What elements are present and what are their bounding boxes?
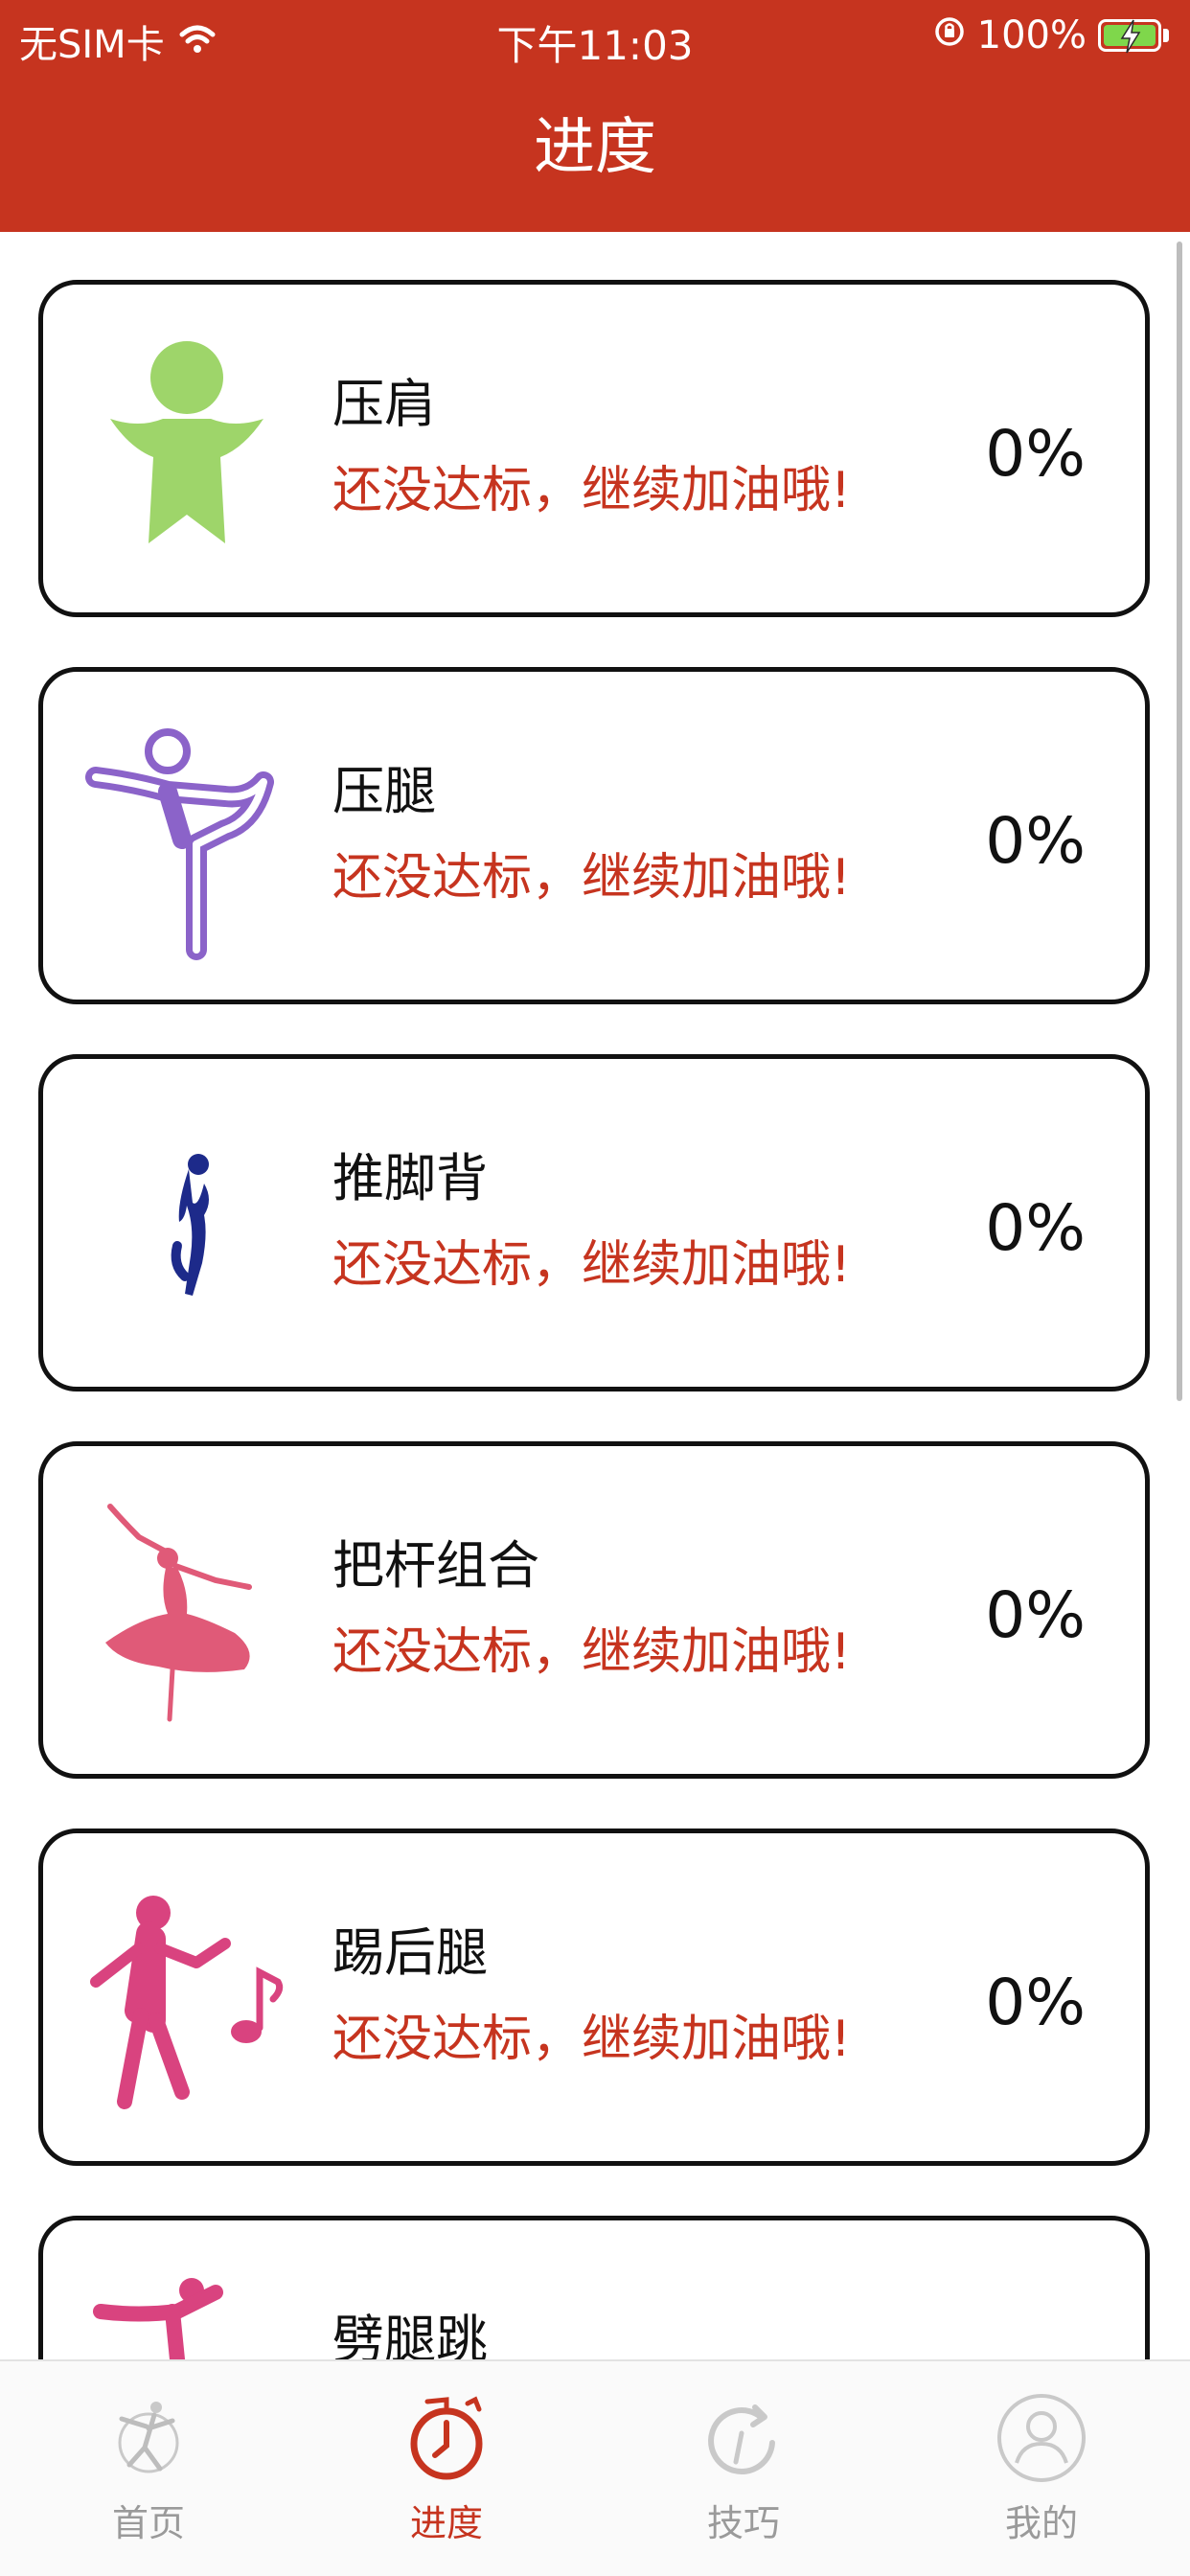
tab-label: 我的: [1004, 2502, 1078, 2544]
item-name: 压腿: [332, 761, 436, 821]
item-status: 还没达标，继续加油哦!: [332, 2011, 851, 2068]
item-percent: 0%: [985, 804, 1086, 878]
dance-figure-green-icon: [81, 337, 292, 567]
progress-clock-icon: [399, 2390, 494, 2486]
status-bar: 无SIM卡 下午11:03 100%: [0, 0, 1190, 77]
progress-card-6[interactable]: 劈腿跳: [38, 2216, 1150, 2359]
item-name: 推脚背: [332, 1148, 488, 1208]
item-percent: 0%: [985, 1578, 1086, 1652]
item-percent: 0%: [985, 1966, 1086, 2039]
item-name: 把杆组合: [332, 1535, 539, 1596]
item-percent: 0%: [985, 417, 1086, 491]
tab-label: 进度: [409, 2502, 483, 2544]
tab-home[interactable]: 首页: [53, 2390, 244, 2553]
tab-bar: 首页 进度 技巧 我的: [0, 2359, 1190, 2576]
item-status: 还没达标，继续加油哦!: [332, 1623, 851, 1681]
progress-card-4[interactable]: 把杆组合 还没达标，继续加油哦! 0%: [38, 1441, 1150, 1779]
progress-card-3[interactable]: 推脚背 还没达标，继续加油哦! 0%: [38, 1054, 1150, 1392]
battery-icon: [1098, 19, 1161, 54]
scrollbar[interactable]: [1177, 242, 1182, 1401]
item-status: 还没达标，继续加油哦!: [332, 462, 851, 519]
progress-card-1[interactable]: 压肩 还没达标，继续加油哦! 0%: [38, 280, 1150, 617]
progress-card-2[interactable]: 压腿 还没达标，继续加油哦! 0%: [38, 667, 1150, 1004]
tips-refresh-icon: [696, 2390, 791, 2486]
leg-stretch-figure-icon: [81, 724, 292, 960]
battery-cap: [1163, 29, 1169, 42]
battery-percent: 100%: [976, 13, 1087, 58]
app-header: 无SIM卡 下午11:03 100% 进度: [0, 0, 1190, 232]
tab-progress[interactable]: 进度: [351, 2390, 542, 2553]
jumping-figure-icon: [81, 1112, 292, 1342]
dancing-music-figure-icon: [81, 1886, 292, 2116]
item-name: 踢后腿: [332, 1922, 488, 1983]
tab-label: 技巧: [706, 2502, 780, 2544]
item-name: 劈腿跳: [332, 2310, 488, 2359]
orientation-lock-icon: [933, 13, 966, 58]
tab-tips[interactable]: 技巧: [648, 2390, 839, 2553]
home-dancer-icon: [101, 2390, 196, 2486]
progress-list[interactable]: 压肩 还没达标，继续加油哦! 0% 压腿 还没达标，继续加油哦! 0% 推脚背 …: [0, 232, 1190, 2359]
tab-label: 首页: [111, 2502, 185, 2544]
item-status: 还没达标，继续加油哦!: [332, 1236, 851, 1294]
item-name: 压肩: [332, 374, 436, 434]
item-status: 还没达标，继续加油哦!: [332, 849, 851, 907]
page-title: 进度: [534, 112, 656, 183]
ballerina-figure-icon: [81, 1499, 292, 1729]
split-jump-figure-icon: [81, 2273, 292, 2359]
profile-person-icon: [994, 2390, 1089, 2486]
progress-card-5[interactable]: 踢后腿 还没达标，继续加油哦! 0%: [38, 1828, 1150, 2166]
status-right: 100%: [933, 13, 1169, 58]
tab-mine[interactable]: 我的: [946, 2390, 1137, 2553]
item-percent: 0%: [985, 1191, 1086, 1265]
